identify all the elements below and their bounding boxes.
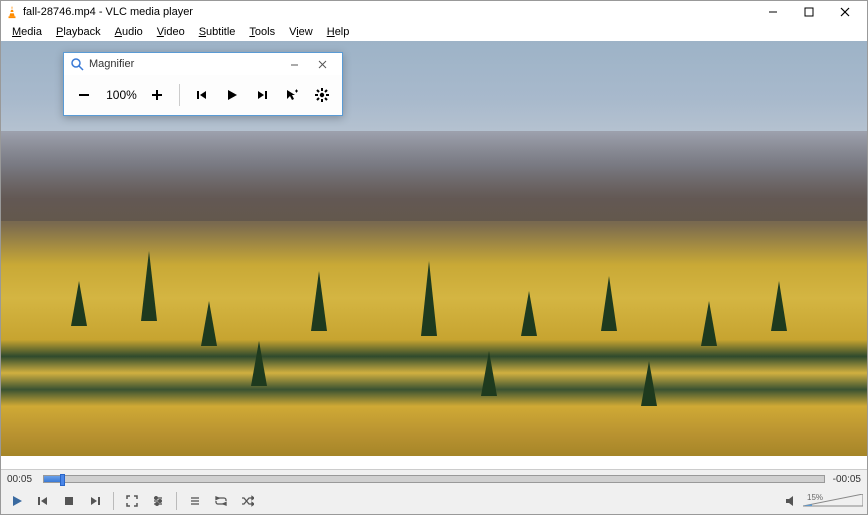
separator [179,84,180,106]
video-content [1,131,867,221]
time-remaining: -00:05 [831,474,861,485]
bottom-panel: 00:05 -00:05 15% [1,469,867,514]
volume-area: 15% [785,494,863,508]
maximize-button[interactable] [791,2,827,22]
menu-media[interactable]: Media [5,25,49,39]
menu-audio[interactable]: Audio [108,25,150,39]
controls-bar: 15% [1,488,867,514]
mag-play-button[interactable] [220,82,244,108]
vlc-cone-icon [5,5,19,19]
zoom-out-button[interactable] [72,82,96,108]
mag-next-button[interactable] [250,82,274,108]
play-button[interactable] [5,491,29,511]
seek-fill [44,476,60,482]
menu-view[interactable]: View [282,25,320,39]
mute-icon[interactable] [785,495,799,507]
magnifier-toolbar: 100% [64,75,342,115]
volume-label: 15% [807,493,823,502]
separator [176,492,177,510]
magnifier-minimize-button[interactable] [280,55,308,73]
video-content-trees [1,241,867,456]
playlist-button[interactable] [183,491,207,511]
magnifier-close-button[interactable] [308,55,336,73]
video-area[interactable]: Magnifier 100% [1,41,867,456]
next-track-button[interactable] [83,491,107,511]
separator [113,492,114,510]
magnifier-titlebar[interactable]: Magnifier [64,53,342,75]
magnifier-window[interactable]: Magnifier 100% [63,52,343,116]
magnifier-icon [70,57,84,71]
volume-slider[interactable]: 15% [803,494,863,508]
window-title: fall-28746.mp4 - VLC media player [23,6,755,18]
menu-video[interactable]: Video [150,25,192,39]
zoom-in-button[interactable] [145,82,169,108]
ext-settings-button[interactable] [146,491,170,511]
shuffle-button[interactable] [235,491,259,511]
zoom-level: 100% [102,88,138,102]
close-button[interactable] [827,2,863,22]
time-elapsed: 00:05 [7,474,37,485]
menu-help[interactable]: Help [320,25,357,39]
mag-prev-button[interactable] [190,82,214,108]
mag-settings-button[interactable] [310,82,334,108]
fullscreen-button[interactable] [120,491,144,511]
menu-playback[interactable]: Playback [49,25,108,39]
seek-knob[interactable] [60,474,65,486]
window-controls [755,2,863,22]
mag-cursor-button[interactable] [280,82,304,108]
titlebar: fall-28746.mp4 - VLC media player [1,1,867,23]
stop-button[interactable] [57,491,81,511]
timeline: 00:05 -00:05 [1,470,867,488]
minimize-button[interactable] [755,2,791,22]
menu-tools[interactable]: Tools [242,25,282,39]
prev-track-button[interactable] [31,491,55,511]
menubar: Media Playback Audio Video Subtitle Tool… [1,23,867,41]
menu-subtitle[interactable]: Subtitle [192,25,243,39]
magnifier-title: Magnifier [89,58,280,70]
loop-button[interactable] [209,491,233,511]
seek-bar[interactable] [43,475,825,483]
